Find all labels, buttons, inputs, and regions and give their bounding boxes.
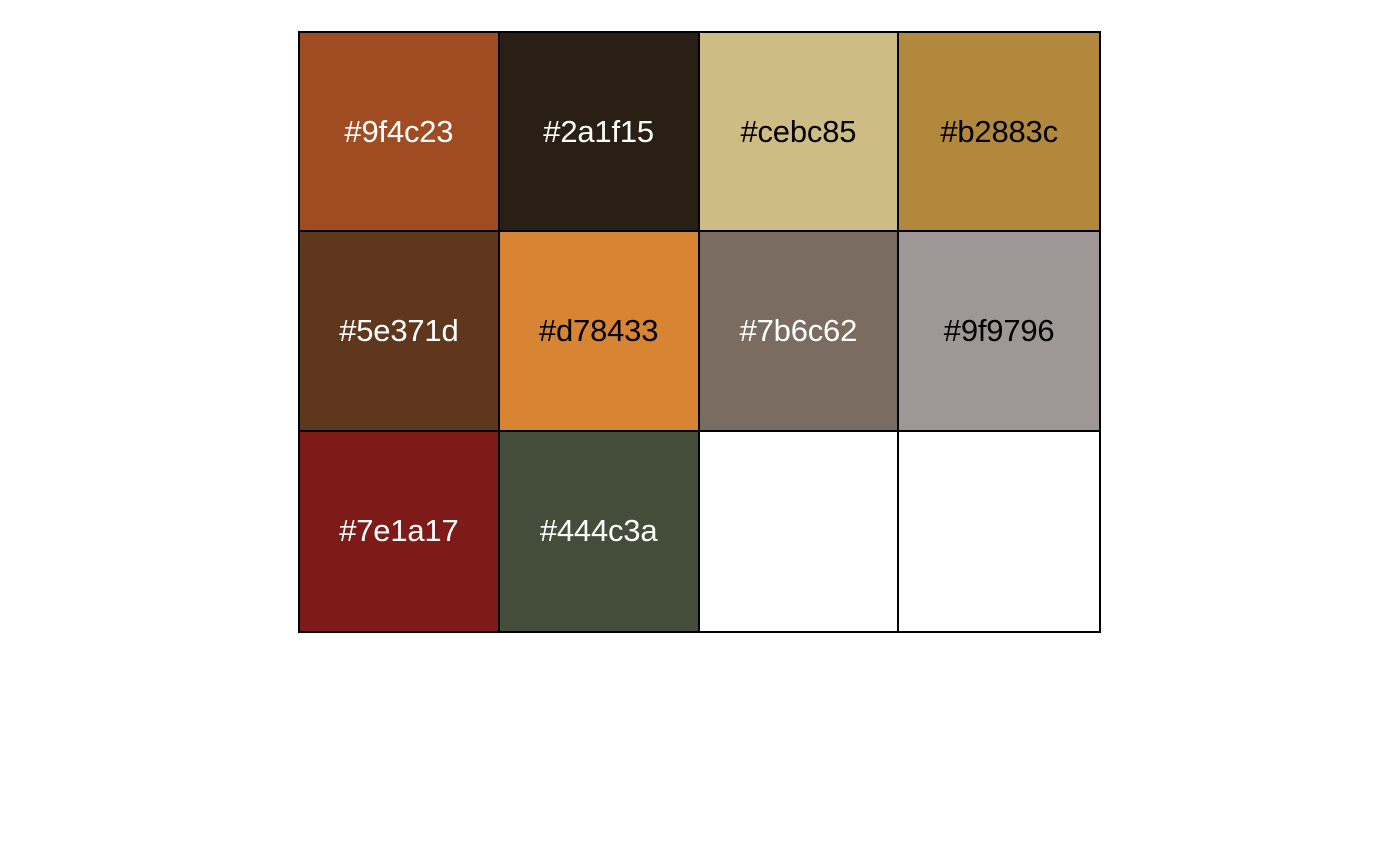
color-swatch: #2a1f15 [499, 33, 700, 233]
color-swatch: #7e1a17 [300, 431, 500, 631]
color-swatch: #9f4c23 [300, 33, 500, 233]
swatch-hex-label: #9f4c23 [344, 113, 454, 149]
swatch-hex-label: #cebc85 [740, 113, 857, 149]
color-swatch: #9f9796 [899, 232, 1099, 432]
color-palette-grid: #9f4c23 #2a1f15 #cebc85 #b2883c #5e371d #d784… [298, 31, 1101, 633]
swatch-hex-label: #9f9796 [943, 312, 1055, 348]
empty-swatch [699, 431, 900, 631]
swatch-hex-label: #2a1f15 [543, 113, 654, 149]
color-swatch: #7b6c62 [699, 232, 900, 432]
color-swatch: #d78433 [499, 232, 700, 432]
swatch-hex-label: #444c3a [539, 513, 658, 549]
color-swatch: #cebc85 [699, 33, 900, 233]
swatch-hex-label: #7e1a17 [339, 513, 459, 549]
empty-swatch [899, 431, 1099, 631]
color-swatch: #444c3a [499, 431, 700, 631]
color-swatch: #b2883c [899, 33, 1099, 233]
swatch-hex-label: #7b6c62 [739, 312, 858, 348]
swatch-hex-label: #5e371d [339, 312, 459, 348]
swatch-hex-label: #b2883c [940, 113, 1058, 149]
color-swatch: #5e371d [300, 232, 500, 432]
swatch-hex-label: #d78433 [538, 312, 659, 348]
